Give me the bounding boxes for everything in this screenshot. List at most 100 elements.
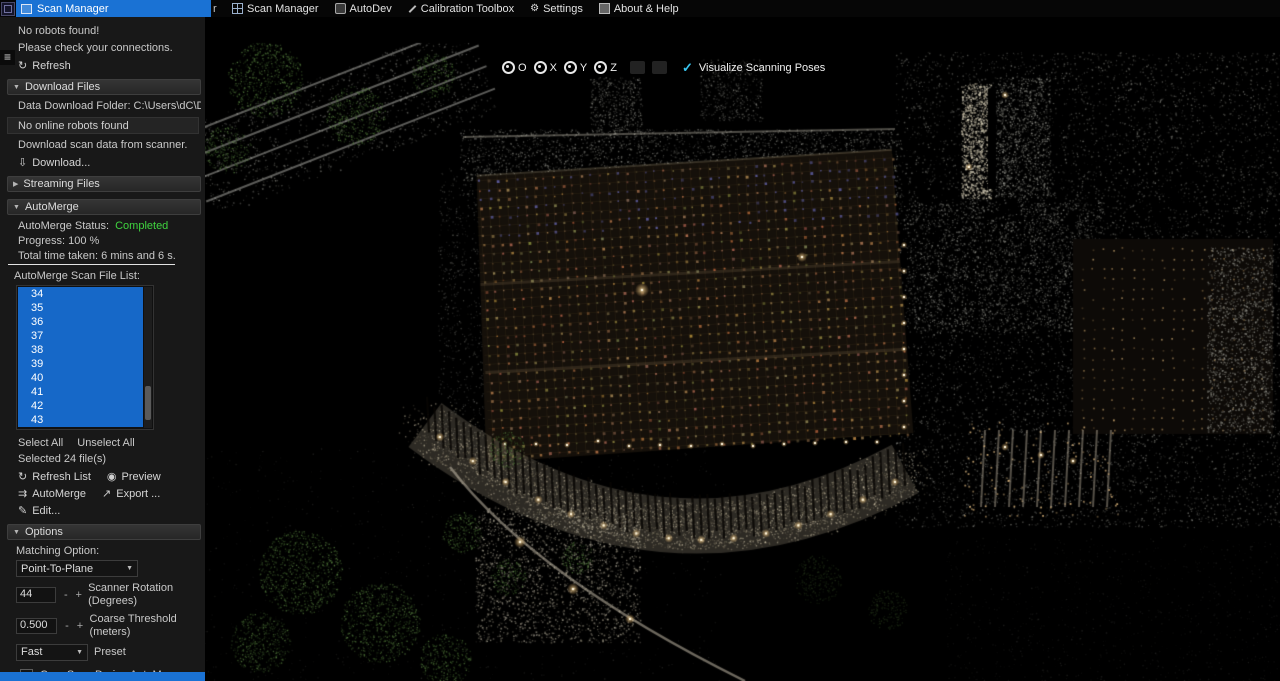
- clipped-tab-label: r: [213, 2, 217, 15]
- bottom-dock-highlight[interactable]: [0, 672, 205, 681]
- file-list-item[interactable]: 38: [18, 343, 143, 357]
- file-list-item[interactable]: 36: [18, 315, 143, 329]
- disabled-tool-icon-2: [651, 61, 667, 74]
- decrement-button[interactable]: -: [62, 589, 69, 602]
- book-icon: [598, 3, 610, 14]
- grid-window-icon: [232, 3, 243, 14]
- coarse-threshold-row: 0.500 - + Coarse Threshold (meters): [16, 613, 205, 639]
- list-actions-row-1: ↻ Refresh List ◉ Preview: [18, 471, 205, 483]
- no-online-robots-strip: No online robots found: [7, 117, 199, 134]
- eye-icon: ◉: [106, 470, 117, 483]
- visualize-poses-label: Visualize Scanning Poses: [698, 61, 826, 74]
- preset-dropdown[interactable]: Fast ▼: [16, 644, 88, 661]
- decrement-button[interactable]: -: [63, 620, 70, 633]
- section-label: Options: [24, 526, 63, 538]
- increment-button[interactable]: +: [76, 620, 83, 633]
- menu-label: Scan Manager: [247, 2, 319, 15]
- section-download-files[interactable]: ▼ Download Files: [7, 79, 201, 95]
- file-list-item[interactable]: 37: [18, 329, 143, 343]
- select-all-link[interactable]: Select All: [18, 437, 63, 449]
- menu-label: Calibration Toolbox: [420, 2, 515, 15]
- scrollbar-thumb[interactable]: [145, 385, 151, 420]
- app-icon[interactable]: [1, 1, 15, 16]
- selection-links: Select All Unselect All: [18, 437, 205, 449]
- viewport-3d[interactable]: O X Y Z ✓ Visualize Scanning Poses: [205, 17, 1280, 681]
- refresh-label: Refresh: [32, 60, 71, 72]
- preset-value: Fast: [21, 646, 43, 658]
- disabled-tool-icon-1: [629, 61, 645, 74]
- chevron-down-icon: ▼: [126, 565, 133, 572]
- view-axis-x-button[interactable]: X: [533, 61, 557, 74]
- menu-item-autodev[interactable]: AutoDev: [327, 0, 400, 17]
- section-automerge[interactable]: ▼ AutoMerge: [7, 199, 201, 215]
- chevron-down-icon: ▼: [13, 203, 20, 211]
- download-hint: Download scan data from scanner.: [18, 139, 188, 151]
- preset-label: Preset: [94, 646, 126, 658]
- file-list-item[interactable]: 43: [18, 413, 143, 427]
- file-list-item[interactable]: 34: [18, 287, 143, 301]
- view-axis-o-button[interactable]: O: [502, 61, 527, 74]
- visualize-poses-checkbox[interactable]: ✓ Visualize Scanning Poses: [682, 61, 825, 74]
- coarse-threshold-input[interactable]: 0.500: [16, 618, 58, 634]
- pencil-icon: ✎: [18, 504, 28, 517]
- check-icon: ✓: [681, 60, 693, 75]
- preview-button[interactable]: ◉ Preview: [107, 471, 161, 483]
- scanner-rotation-row: 44 - + Scanner Rotation (Degrees): [16, 582, 205, 608]
- file-list-item[interactable]: 35: [18, 301, 143, 315]
- menu-label: AutoDev: [349, 2, 392, 15]
- section-options[interactable]: ▼ Options: [7, 524, 201, 540]
- axis-letter: X: [549, 61, 557, 74]
- unselect-all-link[interactable]: Unselect All: [77, 437, 134, 449]
- automerge-file-list[interactable]: 34 35 36 37 38 39 40 41 42 43: [16, 285, 154, 430]
- increment-button[interactable]: +: [75, 589, 82, 602]
- menu-item-calibration-toolbox[interactable]: Calibration Toolbox: [400, 0, 522, 17]
- refresh-button[interactable]: ↻ Refresh: [18, 60, 201, 72]
- merge-icon: ⇉: [18, 487, 28, 500]
- file-list-item[interactable]: 42: [18, 399, 143, 413]
- menu-item-scan-manager[interactable]: Scan Manager: [224, 0, 327, 17]
- preview-label: Preview: [121, 471, 161, 483]
- point-cloud-canvas[interactable]: [205, 17, 1280, 681]
- robot-icon: [334, 3, 346, 14]
- menu-item-settings[interactable]: ⚙ Settings: [522, 0, 591, 17]
- menu-label: About & Help: [613, 2, 679, 15]
- no-robots-message: No robots found!: [18, 25, 100, 37]
- export-label: Export ...: [116, 488, 161, 500]
- menu-label: Settings: [543, 2, 583, 15]
- section-streaming-files[interactable]: ▶ Streaming Files: [7, 176, 201, 192]
- matching-option-dropdown[interactable]: Point-To-Plane ▼: [16, 560, 138, 577]
- wrench-icon: [408, 4, 417, 13]
- section-label: Streaming Files: [23, 178, 100, 190]
- refresh-list-button[interactable]: ↻ Refresh List: [18, 471, 91, 483]
- gear-icon: ⚙: [530, 3, 540, 14]
- file-list-item[interactable]: 41: [18, 385, 143, 399]
- scan-manager-app: Scan Manager r Scan Manager AutoDev Cali…: [0, 0, 1280, 681]
- download-icon: ⇩: [18, 156, 28, 169]
- matching-option-label: Matching Option:: [16, 545, 100, 557]
- scanner-rotation-input[interactable]: 44: [16, 587, 57, 603]
- axis-letter: Z: [610, 61, 617, 74]
- scan-manager-panel: No robots found! Please check your conne…: [0, 17, 206, 681]
- status-value: Completed: [115, 220, 169, 232]
- axis-letter: O: [518, 61, 527, 74]
- view-axis-z-button[interactable]: Z: [594, 61, 617, 74]
- refresh-icon: ↻: [18, 470, 28, 483]
- axis-letter: Y: [579, 61, 588, 74]
- file-list-item[interactable]: 39: [18, 357, 143, 371]
- file-list-label: AutoMerge Scan File List:: [14, 270, 140, 282]
- download-button[interactable]: ⇩ Download...: [18, 157, 201, 169]
- export-button[interactable]: ↗ Export ...: [102, 488, 160, 500]
- automerge-button[interactable]: ⇉ AutoMerge: [18, 488, 86, 500]
- panel-tab-scan-manager[interactable]: Scan Manager: [16, 0, 211, 17]
- section-label: AutoMerge: [24, 201, 79, 213]
- edit-button[interactable]: ✎ Edit...: [18, 505, 201, 517]
- progress-underline: [8, 264, 175, 265]
- coarse-threshold-label: Coarse Threshold (meters): [89, 613, 177, 638]
- menu-item-about-help[interactable]: About & Help: [591, 0, 687, 17]
- preset-row: Fast ▼ Preset: [16, 644, 205, 661]
- view-axis-y-button[interactable]: Y: [563, 61, 588, 74]
- chevron-down-icon: ▼: [13, 528, 20, 536]
- file-list-item[interactable]: 40: [18, 371, 143, 385]
- hamburger-menu-icon[interactable]: ≡: [0, 50, 15, 65]
- file-list-scrollbar[interactable]: [144, 287, 152, 428]
